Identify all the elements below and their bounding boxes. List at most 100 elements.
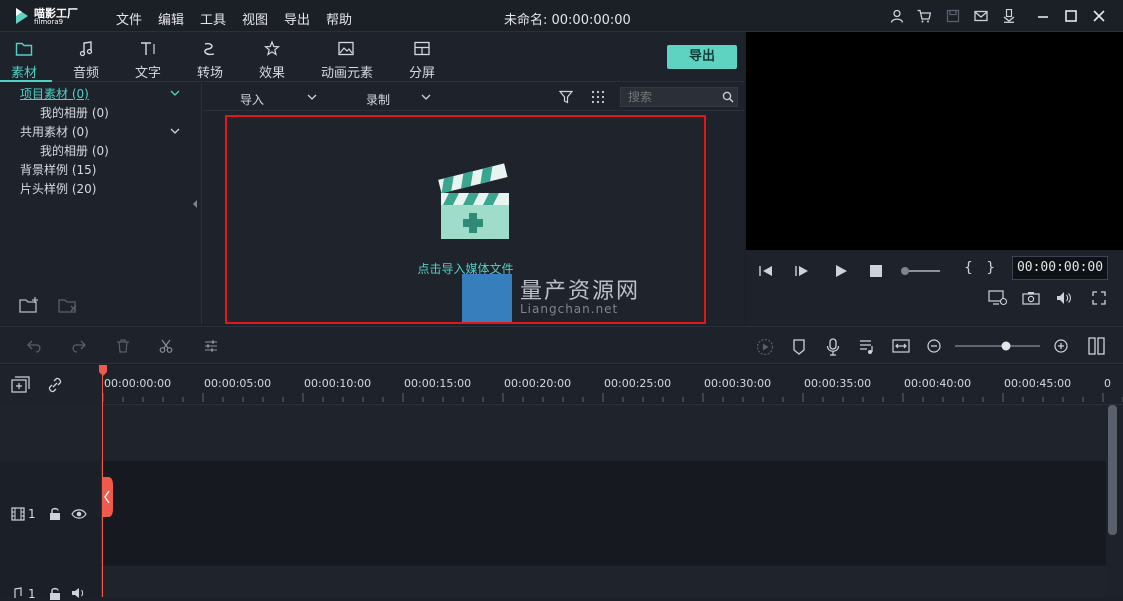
media-tree: 项目素材 (0) 我的相册 (0) 共用素材 (0) 我的相册 (0) 背景样例… xyxy=(0,83,202,324)
timeline-header xyxy=(0,365,102,405)
mark-in-out-buttons[interactable]: { } xyxy=(964,260,995,276)
playhead-handle[interactable] xyxy=(98,365,108,377)
tab-elements[interactable]: 动画元素 xyxy=(318,32,376,82)
volume-slider[interactable] xyxy=(900,266,942,276)
tree-item-intro-samples[interactable]: 片头样例 (20) xyxy=(20,180,96,197)
tree-item-my-album-shared[interactable]: 我的相册 (0) xyxy=(40,142,109,159)
snapshot-camera-icon[interactable] xyxy=(1022,291,1040,305)
play-icon[interactable] xyxy=(834,264,848,278)
fit-timeline-icon[interactable] xyxy=(892,339,910,353)
collapse-panel-icon[interactable] xyxy=(192,199,198,209)
close-icon[interactable] xyxy=(1092,9,1106,23)
save-icon[interactable] xyxy=(946,9,960,23)
film-strip-icon xyxy=(11,507,25,521)
video-track-header: 1 xyxy=(0,461,102,565)
delete-icon[interactable] xyxy=(116,339,130,353)
ruler-label: 00:00:25:00 xyxy=(604,377,672,390)
document-title: 未命名: 00:00:00:00 xyxy=(504,13,631,28)
chevron-down-icon[interactable] xyxy=(170,127,180,135)
render-preview-icon[interactable] xyxy=(756,338,774,356)
lock-icon[interactable] xyxy=(49,507,61,521)
tab-elements-label: 动画元素 xyxy=(320,66,373,81)
empty-track-row[interactable] xyxy=(0,405,1106,461)
effects-icon xyxy=(263,40,281,56)
eye-icon[interactable] xyxy=(71,508,87,520)
record-dropdown[interactable]: 录制 xyxy=(366,91,390,108)
zoom-in-icon[interactable] xyxy=(1054,339,1068,353)
ruler-label: 00:00:35:00 xyxy=(804,377,872,390)
maximize-icon[interactable] xyxy=(1064,9,1078,23)
tree-item-my-album[interactable]: 我的相册 (0) xyxy=(40,104,109,121)
tab-text[interactable]: 文字 xyxy=(120,32,176,82)
video-track[interactable] xyxy=(0,461,1106,565)
ruler-ticks xyxy=(102,393,1123,402)
filmora-logo-icon xyxy=(16,8,28,24)
image-icon xyxy=(338,41,354,56)
menu-file[interactable]: 文件 xyxy=(116,9,142,28)
cut-icon[interactable] xyxy=(159,339,173,353)
chevron-down-icon[interactable] xyxy=(421,93,431,101)
search-input[interactable] xyxy=(621,88,721,106)
download-icon[interactable] xyxy=(1002,9,1016,23)
menu-tools[interactable]: 工具 xyxy=(200,9,226,28)
audio-track[interactable] xyxy=(0,566,1106,597)
stop-icon[interactable] xyxy=(870,265,882,277)
chevron-down-icon[interactable] xyxy=(307,93,317,101)
voiceover-list-icon[interactable] xyxy=(859,339,875,355)
delete-folder-icon[interactable] xyxy=(57,296,79,314)
tab-transition[interactable]: 转场 xyxy=(182,32,238,82)
menu-edit[interactable]: 编辑 xyxy=(158,9,184,28)
search-box xyxy=(620,87,738,107)
video-track-number: 1 xyxy=(28,507,36,521)
timeline-scrollbar-thumb[interactable] xyxy=(1108,405,1117,535)
menu-view[interactable]: 视图 xyxy=(242,9,268,28)
tree-item-shared-media[interactable]: 共用素材 (0) xyxy=(20,123,89,140)
marker-icon[interactable] xyxy=(792,339,806,355)
user-icon[interactable] xyxy=(890,9,904,23)
microphone-icon[interactable] xyxy=(826,338,840,356)
zoom-out-icon[interactable] xyxy=(927,339,941,353)
zoom-slider[interactable] xyxy=(954,341,1042,351)
cart-icon[interactable] xyxy=(917,9,931,23)
import-dropdown[interactable]: 导入 xyxy=(240,91,264,108)
timeline-ruler[interactable]: 00:00:00:00 00:00:05:00 00:00:10:00 00:0… xyxy=(102,365,1123,405)
ruler-label: 00:00:45:00 xyxy=(1004,377,1072,390)
tab-effects[interactable]: 效果 xyxy=(244,32,300,82)
fullscreen-icon[interactable] xyxy=(1092,291,1106,305)
tab-media[interactable]: 素材 xyxy=(0,32,52,82)
minimize-icon[interactable] xyxy=(1036,9,1050,23)
watermark-logo xyxy=(462,274,512,322)
volume-icon[interactable] xyxy=(1056,291,1072,305)
tree-item-background-samples[interactable]: 背景样例 (15) xyxy=(20,161,96,178)
speaker-icon[interactable] xyxy=(71,587,87,599)
panel-layout-icon[interactable] xyxy=(1088,337,1106,355)
tab-split-screen[interactable]: 分屏 xyxy=(394,32,450,82)
tree-item-project-media[interactable]: 项目素材 (0) xyxy=(20,85,89,102)
menu-export[interactable]: 导出 xyxy=(284,9,310,28)
link-icon[interactable] xyxy=(46,376,64,394)
undo-icon[interactable] xyxy=(27,339,43,353)
next-frame-icon[interactable] xyxy=(794,264,810,278)
menu-help[interactable]: 帮助 xyxy=(326,9,352,28)
chevron-down-icon[interactable] xyxy=(170,89,180,97)
mail-icon[interactable] xyxy=(974,9,988,23)
tab-audio-label: 音频 xyxy=(72,66,99,81)
lock-icon[interactable] xyxy=(49,587,61,601)
audio-track-number: 1 xyxy=(28,587,36,601)
tab-audio[interactable]: 音频 xyxy=(58,32,114,82)
new-folder-icon[interactable] xyxy=(18,296,40,314)
ruler-label: 00:00:10:00 xyxy=(304,377,372,390)
export-button[interactable]: 导出 xyxy=(667,45,737,69)
filter-icon[interactable] xyxy=(559,90,573,104)
add-track-icon[interactable] xyxy=(11,376,31,394)
ruler-label: 00:00:00:00 xyxy=(104,377,172,390)
display-settings-icon[interactable] xyxy=(988,290,1008,306)
ruler-label: 00:00:40:00 xyxy=(904,377,972,390)
tab-text-label: 文字 xyxy=(134,66,161,81)
adjust-icon[interactable] xyxy=(204,339,218,353)
search-icon[interactable] xyxy=(722,91,734,103)
grid-view-icon[interactable] xyxy=(591,90,605,104)
redo-icon[interactable] xyxy=(70,339,86,353)
playhead-grip[interactable] xyxy=(102,477,114,517)
previous-frame-icon[interactable] xyxy=(758,264,774,278)
